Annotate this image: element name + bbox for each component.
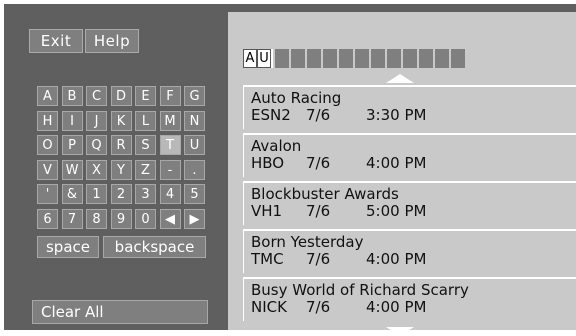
search-field[interactable]: AU <box>243 49 467 68</box>
list-item[interactable]: Busy World of Richard Scarry NICK 7/6 4:00 … <box>243 277 576 321</box>
search-empty-slot <box>307 49 321 68</box>
key-w[interactable]: W <box>61 159 83 180</box>
key-f[interactable]: F <box>159 86 181 106</box>
key-symbol-3-5[interactable]: - <box>159 159 181 180</box>
search-char: U <box>257 49 271 68</box>
key-1[interactable]: 1 <box>86 184 107 204</box>
air-time: 4:00 PM <box>366 298 427 316</box>
search-empty-slot <box>371 49 385 68</box>
program-info: ESN2 7/6 3:30 PM <box>251 107 576 124</box>
program-info: HBO 7/6 4:00 PM <box>251 155 576 172</box>
key-8[interactable]: 8 <box>86 208 107 229</box>
up-arrow-icon[interactable] <box>386 74 414 83</box>
key-0[interactable]: 0 <box>135 208 156 229</box>
channel: ESN2 <box>251 106 291 124</box>
program-info: NICK 7/6 4:00 PM <box>251 299 576 316</box>
key-b[interactable]: B <box>61 86 83 106</box>
search-empty-slot <box>339 49 353 68</box>
key-g[interactable]: G <box>184 86 205 106</box>
key-e[interactable]: E <box>135 86 156 106</box>
search-empty-slot <box>403 49 417 68</box>
down-arrow-icon[interactable] <box>386 327 414 336</box>
search-char: A <box>243 49 257 68</box>
key-symbol-5-5[interactable]: ◀ <box>159 208 181 229</box>
key-4[interactable]: 4 <box>159 184 181 204</box>
key-k[interactable]: K <box>110 110 132 131</box>
air-time: 4:00 PM <box>366 250 427 268</box>
key-symbol-5-6[interactable]: ▶ <box>184 208 205 229</box>
key-i[interactable]: I <box>61 110 83 131</box>
key-l[interactable]: L <box>135 110 156 131</box>
search-empty-slot <box>387 49 401 68</box>
list-item[interactable]: Born Yesterday TMC 7/6 4:00 PM <box>243 229 576 273</box>
key-x[interactable]: X <box>86 159 107 180</box>
key-t[interactable]: T <box>159 135 181 155</box>
channel: TMC <box>251 250 284 268</box>
channel: NICK <box>251 298 287 316</box>
program-title: Auto Racing <box>251 89 342 107</box>
program-info: VH1 7/6 5:00 PM <box>251 203 576 220</box>
help-button[interactable]: Help <box>85 29 139 53</box>
key-s[interactable]: S <box>135 135 156 155</box>
program-title: Avalon <box>251 137 302 155</box>
program-title: Busy World of Richard Scarry <box>251 281 469 299</box>
list-item[interactable]: Auto Racing ESN2 7/6 3:30 PM <box>243 85 576 129</box>
key-y[interactable]: Y <box>110 159 132 180</box>
search-empty-slot <box>275 49 289 68</box>
key-a[interactable]: A <box>37 86 58 106</box>
clear-all-button[interactable]: Clear All <box>32 300 208 324</box>
air-date: 7/6 <box>306 154 331 172</box>
air-time: 3:30 PM <box>366 106 427 124</box>
key-m[interactable]: M <box>159 110 181 131</box>
key-v[interactable]: V <box>37 159 58 180</box>
program-info: TMC 7/6 4:00 PM <box>251 251 576 268</box>
search-empty-slot <box>435 49 449 68</box>
search-empty-slot <box>451 49 465 68</box>
backspace-key[interactable]: backspace <box>103 236 206 258</box>
key-d[interactable]: D <box>110 86 132 106</box>
space-key[interactable]: space <box>37 236 99 258</box>
program-title: Blockbuster Awards <box>251 185 399 203</box>
key-c[interactable]: C <box>86 86 107 106</box>
search-empty-slot <box>291 49 305 68</box>
air-date: 7/6 <box>306 298 331 316</box>
search-empty-slot <box>355 49 369 68</box>
key-n[interactable]: N <box>184 110 205 131</box>
results-panel: AU Auto Racing ESN2 7/6 3:30 PM Avalon HBO 7/6… <box>228 12 576 336</box>
search-empty-slot <box>323 49 337 68</box>
key-5[interactable]: 5 <box>184 184 205 204</box>
keyboard-panel: Exit Help space backspace ABCDEFG HIJKLMN… <box>4 4 224 330</box>
key-p[interactable]: P <box>61 135 83 155</box>
air-time: 5:00 PM <box>366 202 427 220</box>
key-6[interactable]: 6 <box>37 208 58 229</box>
list-item[interactable]: Avalon HBO 7/6 4:00 PM <box>243 133 576 177</box>
key-3[interactable]: 3 <box>135 184 156 204</box>
channel: VH1 <box>251 202 283 220</box>
key-u[interactable]: U <box>184 135 205 155</box>
key-7[interactable]: 7 <box>61 208 83 229</box>
air-date: 7/6 <box>306 250 331 268</box>
key-q[interactable]: Q <box>86 135 107 155</box>
exit-button[interactable]: Exit <box>29 29 83 53</box>
program-title: Born Yesterday <box>251 233 364 251</box>
key-symbol-4-1[interactable]: & <box>61 184 83 204</box>
key-o[interactable]: O <box>37 135 58 155</box>
key-r[interactable]: R <box>110 135 132 155</box>
key-z[interactable]: Z <box>135 159 156 180</box>
list-item[interactable]: Blockbuster Awards VH1 7/6 5:00 PM <box>243 181 576 225</box>
key-symbol-3-6[interactable]: . <box>184 159 205 180</box>
key-9[interactable]: 9 <box>110 208 132 229</box>
air-date: 7/6 <box>306 106 331 124</box>
key-j[interactable]: J <box>86 110 107 131</box>
air-time: 4:00 PM <box>366 154 427 172</box>
air-date: 7/6 <box>306 202 331 220</box>
app-frame: Exit Help space backspace ABCDEFGHIJKLMN… <box>4 4 576 336</box>
channel: HBO <box>251 154 285 172</box>
cursor-gap <box>271 49 273 68</box>
key-h[interactable]: H <box>37 110 58 131</box>
key-symbol-4-0[interactable]: ' <box>37 184 58 204</box>
key-2[interactable]: 2 <box>110 184 132 204</box>
search-empty-slot <box>419 49 433 68</box>
